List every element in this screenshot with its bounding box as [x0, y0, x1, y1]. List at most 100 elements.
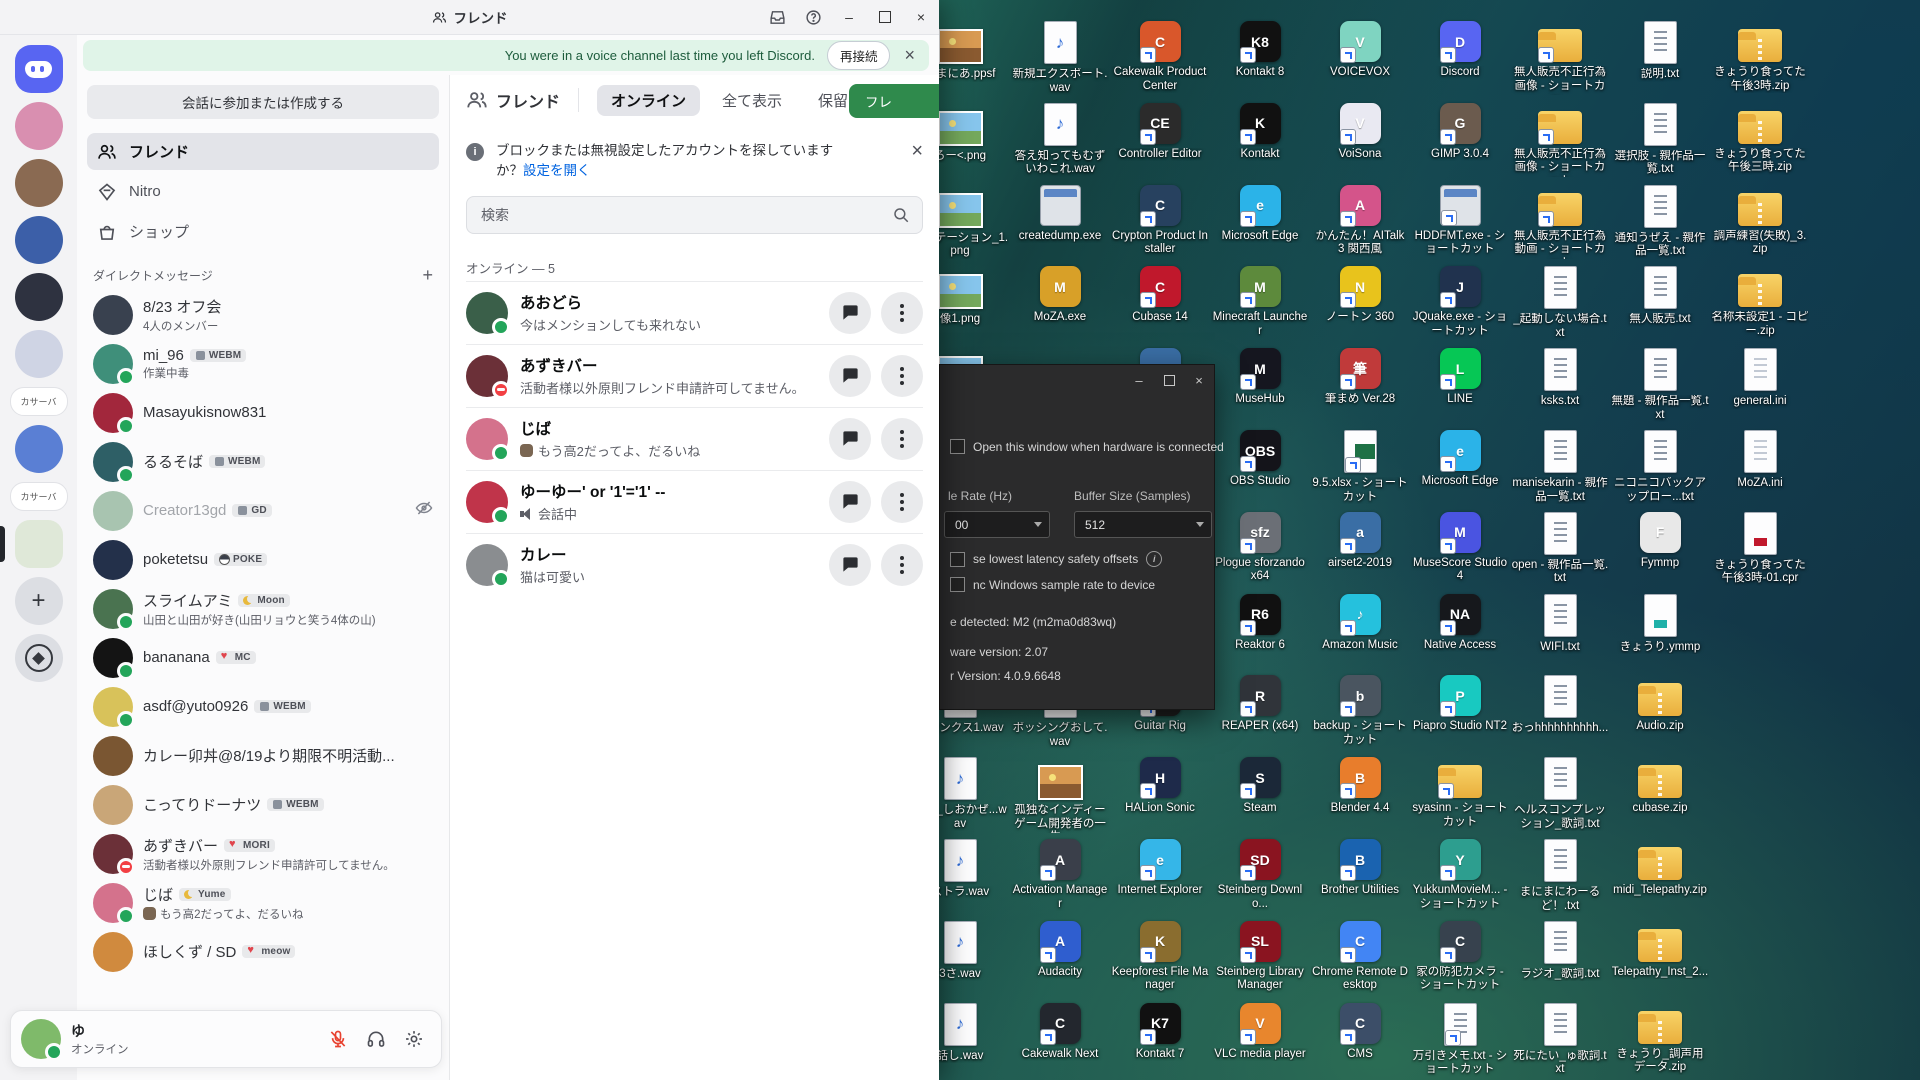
desktop-icon[interactable]: 無人販売不正行為動画 - ショートカット [1510, 185, 1610, 259]
desktop-icon[interactable]: C 家の防犯カメラ - ショートカット [1410, 921, 1510, 993]
buffer-size-select[interactable]: 512 [1074, 511, 1212, 538]
desktop-icon[interactable]: P Piapro Studio NT2 [1410, 675, 1510, 734]
desktop-icon[interactable]: Y YukkunMovieM... - ショートカット [1410, 839, 1510, 911]
desktop-icon[interactable]: V VoiSona [1310, 103, 1410, 162]
server-item[interactable] [0, 273, 77, 321]
mic-muted-button[interactable] [321, 1022, 355, 1056]
desktop-icon[interactable]: ラジオ_歌詞.txt [1510, 921, 1610, 982]
help-icon[interactable] [795, 0, 831, 34]
checkbox[interactable] [950, 552, 965, 567]
desktop-icon[interactable]: 新規エクスポート.wav [1010, 21, 1110, 95]
desktop-icon[interactable]: きょうり食ってた午後3時-01.cpr [1710, 512, 1810, 586]
desktop-icon[interactable]: 通知うぜえ - 親作品一覧.txt [1610, 185, 1710, 259]
server-item[interactable] [0, 330, 77, 378]
user-panel[interactable]: ゆ オンライン [10, 1010, 442, 1068]
desktop-icon[interactable]: L LINE [1410, 348, 1510, 407]
desktop-icon[interactable]: b backup - ショートカット [1310, 675, 1410, 747]
desktop-icon[interactable]: G GIMP 3.0.4 [1410, 103, 1510, 162]
desktop-icon[interactable]: V VOICEVOX [1310, 21, 1410, 80]
sidebar-item-nitro[interactable]: Nitro [87, 173, 439, 210]
server-item[interactable]: カサーバ [0, 387, 77, 416]
desktop-icon[interactable]: まにまにわーるど！.txt [1510, 839, 1610, 913]
desktop-icon[interactable]: M MuseHub [1210, 348, 1310, 407]
friend-row[interactable]: ゆーゆー' or '1'='1' -- 会話中 [466, 470, 923, 533]
desktop-icon[interactable]: CE Controller Editor [1110, 103, 1210, 162]
dm-item[interactable]: カレー卯丼@8/19より期限不明活動... [87, 731, 439, 780]
more-options-button[interactable] [881, 418, 923, 460]
search-input[interactable] [479, 206, 892, 224]
dm-item[interactable]: 8/23 オフ会 4人のメンバー [87, 290, 439, 339]
reconnect-button[interactable]: 再接続 [827, 41, 891, 70]
checkbox[interactable] [950, 439, 965, 454]
minimize-button[interactable]: – [831, 0, 867, 34]
desktop-icon[interactable]: _起動しない場合.txt [1510, 266, 1610, 340]
desktop-icon[interactable]: R REAPER (x64) [1210, 675, 1310, 734]
desktop-icon[interactable]: ヘルスコンプレッション_歌詞.txt [1510, 757, 1610, 831]
friend-row[interactable]: じば もう高2だってよ、だるいね [466, 407, 923, 470]
open-window-checkbox-row[interactable]: Open this window when hardware is connec… [950, 439, 1224, 454]
desktop-icon[interactable]: cubase.zip [1610, 757, 1710, 816]
desktop-icon[interactable]: Telepathy_Inst_2... [1610, 921, 1710, 980]
server-item[interactable] [0, 425, 77, 473]
desktop-icon[interactable]: ♪ Amazon Music [1310, 594, 1410, 653]
desktop-icon[interactable]: 無人販売不正行為画像 - ショートカッ... [1510, 21, 1610, 95]
desktop-icon[interactable]: 無人販売不正行為画像 - ショートカット [1510, 103, 1610, 177]
desktop-icon[interactable]: K Keepforest File Manager [1110, 921, 1210, 993]
settings-button[interactable] [397, 1022, 431, 1056]
desktop-icon[interactable]: きょうり食ってた午後3時.zip [1710, 21, 1810, 93]
desktop-icon[interactable]: B Blender 4.4 [1310, 757, 1410, 816]
desktop-icon[interactable]: B Brother Utilities [1310, 839, 1410, 898]
desktop-icon[interactable]: 調声練習(失敗)_3.zip [1710, 185, 1810, 257]
desktop-icon[interactable]: M MuseScore Studio 4 [1410, 512, 1510, 584]
desktop-icon[interactable]: きょうり_調声用データ.zip [1610, 1003, 1710, 1075]
desktop-icon[interactable]: C Cubase 14 [1110, 266, 1210, 325]
desktop-icon[interactable]: HDDFMT.exe - ショートカット [1410, 185, 1510, 257]
sidebar-item-friends[interactable]: フレンド [87, 133, 439, 170]
dialog-minimize-button[interactable]: – [1124, 365, 1154, 395]
more-options-button[interactable] [881, 292, 923, 334]
desktop-icon[interactable]: F Fymmp [1610, 512, 1710, 571]
maximize-button[interactable] [867, 0, 903, 34]
checkbox[interactable] [950, 577, 965, 592]
desktop-icon[interactable]: 9.5.xlsx - ショートカット [1310, 430, 1410, 504]
more-options-button[interactable] [881, 355, 923, 397]
tab-all[interactable]: 全て表示 [708, 85, 796, 116]
desktop-icon[interactable]: sfz Plogue sforzando x64 [1210, 512, 1310, 584]
desktop-icon[interactable]: C Chrome Remote Desktop [1310, 921, 1410, 993]
dm-item[interactable]: asdf@yuto0926 WEBM [87, 682, 439, 731]
message-button[interactable] [829, 481, 871, 523]
desktop-icon[interactable]: K Kontakt [1210, 103, 1310, 162]
server-item[interactable] [0, 520, 77, 568]
server-item[interactable] [0, 102, 77, 150]
eye-slash-icon[interactable] [415, 499, 433, 522]
dm-item[interactable]: あずきバー MORI 活動者様以外原 [87, 829, 439, 878]
desktop-icon[interactable]: きょうり食ってた午後三時.zip [1710, 103, 1810, 175]
desktop-icon[interactable]: きょうり.ymmp [1610, 594, 1710, 655]
desktop-icon[interactable]: J JQuake.exe - ショートカット [1410, 266, 1510, 338]
more-options-button[interactable] [881, 544, 923, 586]
desktop-icon[interactable]: NA Native Access [1410, 594, 1510, 653]
dm-item[interactable]: mi_96 WEBM 作業中毒 [87, 339, 439, 388]
dm-item[interactable]: bananana MC [87, 633, 439, 682]
dm-item[interactable]: るるそば WEBM [87, 437, 439, 486]
desktop-icon[interactable]: おっhhhhhhhhhh... [1510, 675, 1610, 736]
open-settings-link[interactable]: 設定を開く [523, 163, 591, 178]
server-item[interactable] [0, 634, 77, 682]
server-item[interactable] [0, 577, 77, 625]
desktop-icon[interactable]: WIFI.txt [1510, 594, 1610, 655]
desktop-icon[interactable]: M MoZA.exe [1010, 266, 1110, 325]
desktop-icon[interactable]: manisekarin - 親作品一覧.txt [1510, 430, 1610, 504]
desktop-icon[interactable]: D Discord [1410, 21, 1510, 80]
add-friend-button[interactable]: フレ [849, 84, 939, 118]
sample-rate-select[interactable]: 00 [944, 511, 1050, 538]
desktop-icon[interactable]: SD Steinberg Downlo... [1210, 839, 1310, 911]
desktop-icon[interactable]: C CMS [1310, 1003, 1410, 1062]
dm-item[interactable]: じば Yume もう高2だってよ、だ [87, 878, 439, 927]
create-conversation-button[interactable]: 会話に参加または作成する [87, 85, 439, 119]
desktop-icon[interactable]: MoZA.ini [1710, 430, 1810, 491]
desktop-icon[interactable]: R6 Reaktor 6 [1210, 594, 1310, 653]
desktop-icon[interactable]: midi_Telepathy.zip [1610, 839, 1710, 898]
message-button[interactable] [829, 544, 871, 586]
desktop-icon[interactable]: A Audacity [1010, 921, 1110, 980]
desktop-icon[interactable]: 説明.txt [1610, 21, 1710, 82]
